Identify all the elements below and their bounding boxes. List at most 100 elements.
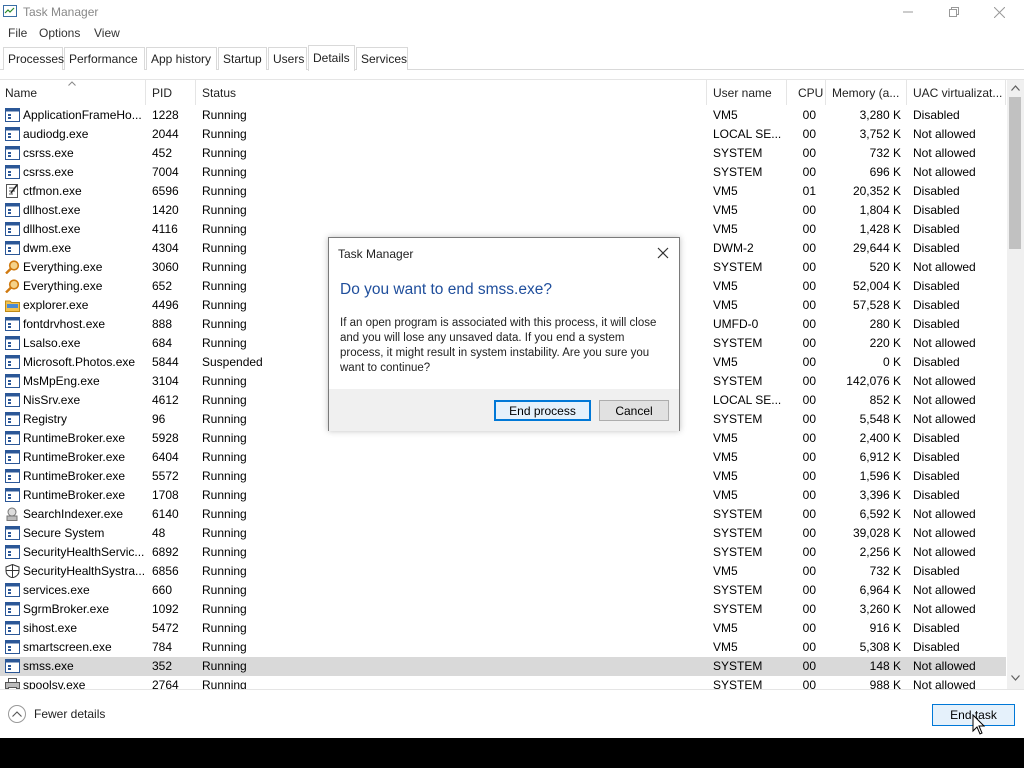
process-cpu: 00	[802, 621, 816, 635]
column-header-cpu[interactable]: CPU	[788, 80, 826, 105]
process-memory: 6,964 K	[859, 583, 901, 597]
table-row[interactable]: spoolsv.exe 2764 Running SYSTEM 00 988 K Not a…	[0, 676, 1006, 689]
table-row[interactable]: sihost.exe 5472 Running VM5 00 916 K Disabled	[0, 619, 1006, 638]
process-cpu: 00	[802, 583, 816, 597]
scroll-down-icon[interactable]	[1011, 675, 1020, 681]
process-uac: Not allowed	[913, 545, 976, 559]
table-row[interactable]: SecurityHealthSystra... 6856 Running VM5 00 7…	[0, 562, 1006, 581]
tab-users[interactable]: Users	[268, 47, 307, 70]
process-uac: Not allowed	[913, 583, 976, 597]
column-header-uac[interactable]: UAC virtualizat...	[908, 80, 1006, 105]
vertical-scrollbar[interactable]	[1007, 80, 1024, 689]
process-status: Running	[202, 450, 247, 464]
table-row[interactable]: smartscreen.exe 784 Running VM5 00 5,308 K Dis…	[0, 638, 1006, 657]
footer-bar: Fewer details End task	[0, 689, 1024, 738]
scroll-up-icon[interactable]	[1011, 85, 1020, 91]
table-row[interactable]: RuntimeBroker.exe 5572 Running VM5 00 1,596 K…	[0, 467, 1006, 486]
process-status: Running	[202, 203, 247, 217]
process-user: SYSTEM	[713, 545, 763, 559]
process-user: VM5	[713, 222, 738, 236]
process-name: audiodg.exe	[23, 127, 89, 141]
menu-file[interactable]: File	[8, 26, 27, 40]
column-header-user-name[interactable]: User name	[708, 80, 787, 105]
table-row[interactable]: Secure System 48 Running SYSTEM 00 39,028 K No…	[0, 524, 1006, 543]
table-row[interactable]: RuntimeBroker.exe 1708 Running VM5 00 3,396 K…	[0, 486, 1006, 505]
process-status: Running	[202, 583, 247, 597]
tab-startup[interactable]: Startup	[218, 47, 267, 70]
tab-services[interactable]: Services	[356, 47, 408, 70]
end-process-button[interactable]: End process	[494, 400, 591, 421]
process-user: VM5	[713, 279, 738, 293]
process-status: Running	[202, 640, 247, 654]
process-cpu: 00	[802, 393, 816, 407]
close-button[interactable]	[976, 0, 1022, 24]
table-row[interactable]: RuntimeBroker.exe 5928 Running VM5 00 2,400 K…	[0, 429, 1006, 448]
fewer-details-toggle[interactable]: Fewer details	[8, 705, 105, 723]
process-uac: Disabled	[913, 431, 960, 445]
process-status: Running	[202, 317, 247, 331]
process-pid: 6140	[152, 507, 179, 521]
process-pid: 7004	[152, 165, 179, 179]
process-user: SYSTEM	[713, 526, 763, 540]
process-user: SYSTEM	[713, 374, 763, 388]
title-bar: Task Manager	[0, 0, 1024, 24]
dialog-button-bar: End process Cancel	[329, 389, 679, 431]
table-row[interactable]: SearchIndexer.exe 6140 Running SYSTEM 00 6,59…	[0, 505, 1006, 524]
tab-details[interactable]: Details	[308, 45, 355, 71]
process-memory: 280 K	[869, 317, 901, 331]
tab-performance[interactable]: Performance	[64, 47, 145, 70]
dialog-close-icon[interactable]	[655, 245, 671, 261]
process-status: Running	[202, 108, 247, 122]
table-row[interactable]: RuntimeBroker.exe 6404 Running VM5 00 6,912 K…	[0, 448, 1006, 467]
table-row[interactable]: SgrmBroker.exe 1092 Running SYSTEM 00 3,260 K…	[0, 600, 1006, 619]
process-memory: 5,548 K	[859, 412, 901, 426]
table-row[interactable]: services.exe 660 Running SYSTEM 00 6,964 K Not…	[0, 581, 1006, 600]
process-uac: Disabled	[913, 450, 960, 464]
column-header-status[interactable]: Status	[197, 80, 707, 105]
process-cpu: 00	[802, 469, 816, 483]
process-memory: 3,260 K	[859, 602, 901, 616]
process-pid: 4304	[152, 241, 179, 255]
process-memory: 3,396 K	[859, 488, 901, 502]
table-row[interactable]: ctfmon.exe 6596 Running VM5 01 20,352 K Disabl…	[0, 182, 1006, 201]
process-user: VM5	[713, 298, 738, 312]
minimize-button[interactable]	[885, 0, 931, 24]
menu-view[interactable]: View	[94, 26, 120, 40]
tab-processes[interactable]: Processes	[3, 47, 64, 70]
process-pid: 1708	[152, 488, 179, 502]
table-row[interactable]: csrss.exe 452 Running SYSTEM 00 732 K Not allo…	[0, 144, 1006, 163]
app-icon	[5, 583, 20, 597]
process-cpu: 00	[802, 355, 816, 369]
table-row[interactable]: csrss.exe 7004 Running SYSTEM 00 696 K Not all…	[0, 163, 1006, 182]
process-cpu: 00	[802, 336, 816, 350]
process-memory: 1,596 K	[859, 469, 901, 483]
table-row[interactable]: smss.exe 352 Running SYSTEM 00 148 K Not allow…	[0, 657, 1006, 676]
process-cpu: 00	[802, 127, 816, 141]
table-row[interactable]: ApplicationFrameHo... 1228 Running VM5 00 3,2…	[0, 106, 1006, 125]
menu-options[interactable]: Options	[39, 26, 80, 40]
table-row[interactable]: audiodg.exe 2044 Running LOCAL SE... 00 3,752…	[0, 125, 1006, 144]
process-name: csrss.exe	[23, 146, 74, 160]
process-memory: 142,076 K	[846, 374, 901, 388]
table-row[interactable]: SecurityHealthServic... 6892 Running SYSTEM…	[0, 543, 1006, 562]
process-user: LOCAL SE...	[713, 127, 782, 141]
process-cpu: 00	[802, 146, 816, 160]
process-status: Running	[202, 165, 247, 179]
process-memory: 57,528 K	[852, 298, 901, 312]
tab-app-history[interactable]: App history	[146, 47, 217, 70]
process-memory: 5,308 K	[859, 640, 901, 654]
process-memory: 2,256 K	[859, 545, 901, 559]
process-cpu: 00	[802, 108, 816, 122]
column-header-pid[interactable]: PID	[147, 80, 196, 105]
app-icon	[5, 336, 20, 350]
column-header-memory[interactable]: Memory (a...	[827, 80, 907, 105]
process-name: RuntimeBroker.exe	[23, 488, 126, 502]
process-user: UMFD-0	[713, 317, 759, 331]
table-row[interactable]: dllhost.exe 1420 Running VM5 00 1,804 K Disabl…	[0, 201, 1006, 220]
process-name: spoolsv.exe	[23, 678, 86, 689]
column-header-name[interactable]: Name	[0, 80, 146, 105]
cancel-button[interactable]: Cancel	[599, 400, 669, 421]
process-uac: Disabled	[913, 640, 960, 654]
scrollbar-thumb[interactable]	[1009, 97, 1021, 249]
maximize-button[interactable]	[931, 0, 977, 24]
